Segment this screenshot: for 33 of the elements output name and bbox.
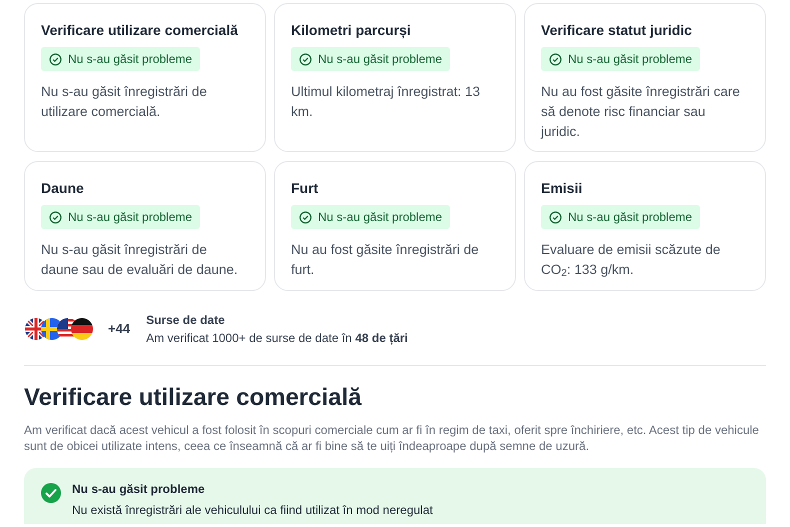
result-title: Nu s-au găsit probleme [72,481,206,498]
check-icon [40,482,62,504]
check-circle-icon [49,52,62,66]
card-title: Verificare statut juridic [541,21,693,40]
card-text: Evaluare de emisii scăzute de CO$_{2}$: 133 g/km. [541,240,722,280]
section-title: Verificare utilizare comercială [24,383,363,413]
card-title: Verificare utilizare comercială [41,21,239,40]
sources-title: Surse de date [146,312,226,329]
status-badge: Nu s-au găsit probleme [541,47,700,71]
card-title: Emisii [541,179,584,198]
card-text: Ultimul kilometraj înregistrat: 13 km. [291,82,482,120]
section-description: Am verificat dacă acest vehicul a fost folosit în scopuri comerciale cum ar fi în regim de taxi, oferit spre închiriere, etc. Acest tip de vehicule sunt de obicei utilizate intens, ceea ce înseamnă că ar fi bine să te uiți îndeaproape după semne de uzură. [24,422,760,454]
check-circle-icon [549,52,562,66]
status-badge: Nu s-au găsit probleme [291,205,450,229]
flags-icon [24,317,94,341]
status-badge: Nu s-au găsit probleme [541,205,700,229]
card-text: Nu au fost găsite înregistrări care să denote risc financiar sau juridic. [541,82,741,141]
sources-count: +44 [108,320,130,338]
status-badge: Nu s-au găsit probleme [41,205,200,229]
card-title: Kilometri parcurși [291,21,412,40]
card-title: Furt [291,179,320,198]
status-badge: Nu s-au găsit probleme [291,47,450,71]
card-text: Nu s-au găsit înregistrări de daune sau de evaluări de daune. [41,240,239,278]
card-title: Daune [41,179,85,198]
check-circle-icon [549,210,562,224]
card-text: Nu au fost găsite înregistrări de furt. [291,240,480,278]
sources-text: Am verificat 1000+ de surse de date în 48 de țări [146,330,408,347]
check-circle-icon [49,210,62,224]
check-circle-icon [299,210,312,224]
check-circle-icon [299,52,312,66]
result-text: Nu există înregistrări ale vehiculului ca fiind utilizat în mod neregulat [72,502,433,519]
card-text: Nu s-au găsit înregistrări de utilizare comercială. [41,82,208,120]
status-badge: Nu s-au găsit probleme [41,47,200,71]
